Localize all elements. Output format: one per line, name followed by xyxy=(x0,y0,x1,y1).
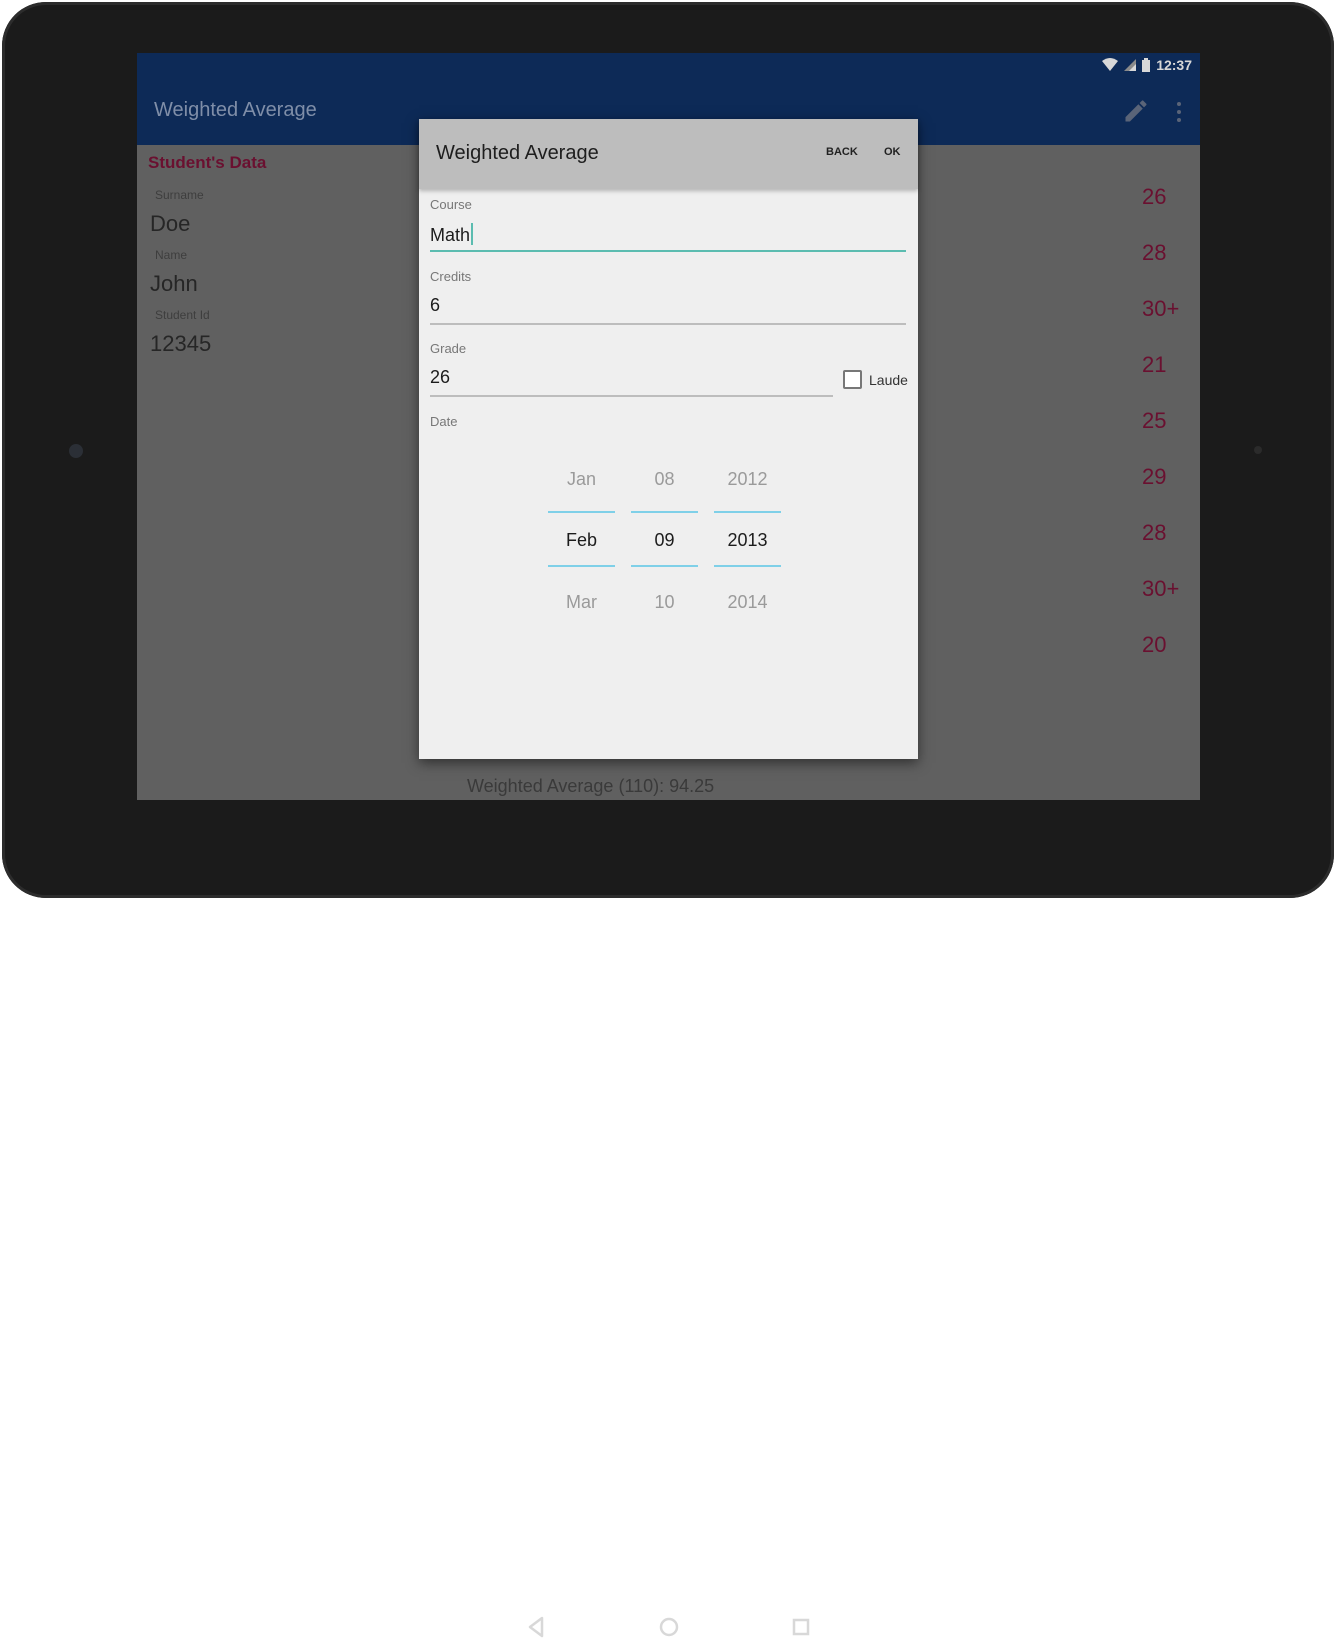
year-next[interactable]: 2014 xyxy=(714,592,781,613)
status-bar: 12:37 xyxy=(137,53,1200,77)
edit-icon[interactable] xyxy=(1122,97,1150,125)
ok-button[interactable]: OK xyxy=(884,146,901,158)
add-course-dialog: Weighted Average BACK OK Course Math Cre… xyxy=(419,119,918,759)
battery-icon xyxy=(1142,58,1151,72)
day-prev[interactable]: 08 xyxy=(631,469,698,490)
surname-value[interactable]: Doe xyxy=(150,211,190,237)
app-title: Weighted Average xyxy=(154,99,317,121)
credits-field[interactable]: 6 xyxy=(430,295,440,316)
credits-label: Credits xyxy=(430,269,472,284)
month-prev[interactable]: Jan xyxy=(548,469,615,490)
sensor xyxy=(1254,446,1262,454)
day-picker[interactable]: 08 09 10 xyxy=(631,457,698,617)
more-vert-icon[interactable] xyxy=(1174,101,1184,123)
year-picker[interactable]: 2012 2013 2014 xyxy=(714,457,781,617)
surname-label: Surname xyxy=(155,188,204,202)
grade-item[interactable]: 20 xyxy=(1142,633,1200,689)
course-underline xyxy=(430,250,906,252)
dialog-header: Weighted Average BACK OK xyxy=(419,119,918,189)
section-title: Student's Data xyxy=(148,153,267,172)
grade-item[interactable]: 21 xyxy=(1142,353,1200,409)
year-divider-bottom xyxy=(714,565,781,567)
credits-underline xyxy=(430,323,906,325)
signal-icon xyxy=(1124,59,1137,71)
course-label: Course xyxy=(430,197,472,212)
grade-item[interactable]: 28 xyxy=(1142,521,1200,577)
grade-item[interactable]: 28 xyxy=(1142,241,1200,297)
year-divider-top xyxy=(714,511,781,513)
laude-label: Laude xyxy=(869,371,908,388)
back-nav-icon[interactable] xyxy=(522,1613,550,1641)
month-divider-bottom xyxy=(548,565,615,567)
name-value[interactable]: John xyxy=(150,271,198,297)
wifi-icon xyxy=(1102,58,1119,71)
grade-item[interactable]: 30+ xyxy=(1142,577,1200,633)
year-current[interactable]: 2013 xyxy=(714,530,781,551)
dialog-title: Weighted Average xyxy=(436,142,599,164)
day-divider-bottom xyxy=(631,565,698,567)
course-field[interactable]: Math xyxy=(430,223,474,246)
navigation-bar xyxy=(0,800,1336,1638)
grade-underline xyxy=(430,395,833,397)
grade-list: 26 28 30+ 21 25 29 28 30+ 20 xyxy=(1142,185,1200,689)
year-prev[interactable]: 2012 xyxy=(714,469,781,490)
month-next[interactable]: Mar xyxy=(548,592,615,613)
month-divider-top xyxy=(548,511,615,513)
status-time: 12:37 xyxy=(1156,57,1192,73)
front-camera xyxy=(69,444,83,458)
course-value: Math xyxy=(430,225,471,245)
day-divider-top xyxy=(631,511,698,513)
grade-item[interactable]: 29 xyxy=(1142,465,1200,521)
name-label: Name xyxy=(155,248,188,262)
weighted-average-summary: Weighted Average (110): 94.25 xyxy=(467,776,715,796)
day-current[interactable]: 09 xyxy=(631,530,698,551)
student-id-value[interactable]: 12345 xyxy=(150,331,211,357)
text-cursor xyxy=(471,223,474,245)
grade-label: Grade xyxy=(430,341,467,356)
home-nav-icon[interactable] xyxy=(655,1613,683,1641)
grade-item[interactable]: 25 xyxy=(1142,409,1200,465)
laude-checkbox[interactable]: Laude xyxy=(843,370,908,389)
grade-field[interactable]: 26 xyxy=(430,367,450,388)
checkbox-icon[interactable] xyxy=(843,370,862,389)
date-label: Date xyxy=(430,414,458,429)
student-id-label: Student Id xyxy=(155,308,210,322)
month-current[interactable]: Feb xyxy=(548,530,615,551)
back-button[interactable]: BACK xyxy=(826,146,858,158)
month-picker[interactable]: Jan Feb Mar xyxy=(548,457,615,617)
grade-item[interactable]: 30+ xyxy=(1142,297,1200,353)
grade-item[interactable]: 26 xyxy=(1142,185,1200,241)
recents-nav-icon[interactable] xyxy=(787,1613,815,1641)
day-next[interactable]: 10 xyxy=(631,592,698,613)
